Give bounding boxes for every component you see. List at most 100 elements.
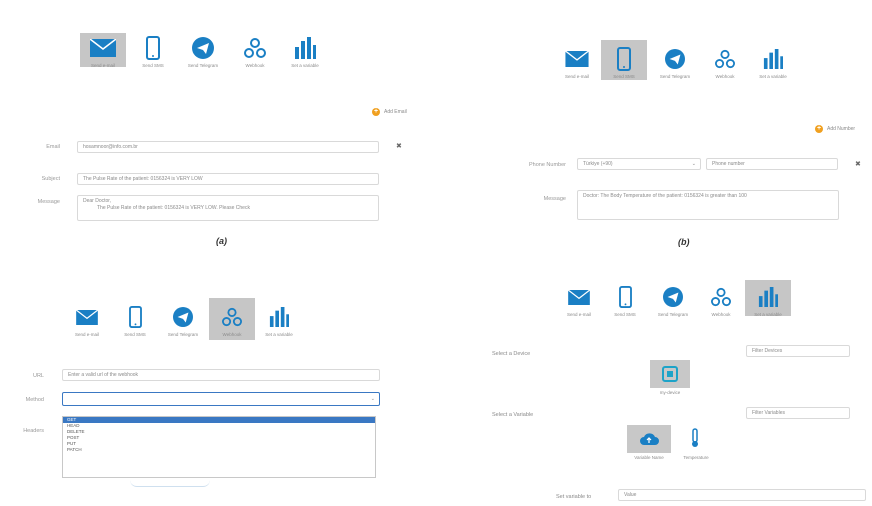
delete-icon[interactable]: ✖ (396, 142, 402, 150)
tab-label: Webhook (222, 332, 242, 337)
dropdown-option[interactable]: PATCH (63, 447, 375, 453)
phone-number-label: Phone Number (529, 162, 566, 168)
caption-a: (a) (216, 236, 227, 246)
phone-icon (601, 44, 647, 74)
phone-icon (602, 282, 648, 312)
phone-icon (112, 302, 158, 332)
delete-icon[interactable]: ✖ (855, 160, 861, 168)
cloud-upload-icon (640, 433, 659, 445)
thermometer-icon[interactable] (690, 428, 700, 453)
send-email-tab[interactable]: Send e-mail (554, 44, 600, 79)
plus-icon: + (815, 125, 823, 133)
subject-field[interactable]: The Pulse Rate of the patient: 0156324 i… (77, 173, 379, 185)
scroll-hint (130, 480, 210, 487)
message-textarea[interactable]: Doctor: The Body Temperature of the pati… (577, 190, 839, 220)
message-label: Message (543, 196, 566, 202)
url-label: URL (32, 373, 44, 379)
bar-chart-icon (256, 302, 302, 332)
send-sms-tab[interactable]: Send SMS (601, 40, 647, 80)
webhook-tab[interactable]: Webhook (232, 33, 278, 68)
subject-label: Subject (41, 176, 60, 182)
send-telegram-tab[interactable]: Send Telegram (180, 33, 226, 68)
telegram-icon (180, 33, 226, 63)
method-select[interactable]: ⌄ (62, 392, 380, 406)
send-telegram-tab[interactable]: Send Telegram (160, 302, 206, 337)
plus-icon: + (372, 108, 380, 116)
send-sms-tab[interactable]: Send SMS (602, 282, 648, 317)
device-card[interactable] (650, 360, 690, 388)
chevron-down-icon: ⌄ (691, 161, 696, 167)
message-line: Dear Doctor, (83, 198, 112, 204)
phone-icon (130, 33, 176, 63)
method-dropdown: GET HEAD DELETE POST PUT PATCH (62, 416, 376, 478)
tab-label: Set a variable (265, 332, 293, 337)
telegram-icon (652, 44, 698, 74)
telegram-icon (160, 302, 206, 332)
tab-label: Send Telegram (659, 74, 691, 79)
tab-label: Set a variable (291, 63, 319, 68)
send-email-tab[interactable]: Send e-mail (80, 33, 126, 68)
variable-name: Temperature (683, 455, 709, 460)
tab-label: Set a variable (759, 74, 787, 79)
tab-label: Send SMS (613, 74, 635, 79)
webhook-icon (702, 44, 748, 74)
filter-devices-field[interactable]: Filter Devices (746, 345, 850, 357)
send-sms-tab[interactable]: Send SMS (130, 33, 176, 68)
set-variable-tab[interactable]: Set a variable (750, 44, 796, 79)
envelope-icon (556, 282, 602, 312)
envelope-icon (554, 44, 600, 74)
tab-label: Send SMS (124, 332, 146, 337)
bar-chart-icon (282, 33, 328, 63)
variable-name: Variable Name (634, 455, 664, 460)
country-select[interactable]: Türkiye (+90) ⌄ (577, 158, 701, 170)
chip-icon (662, 366, 678, 382)
url-field[interactable]: Enter a valid url of the webhook (62, 369, 380, 381)
send-telegram-tab[interactable]: Send Telegram (652, 44, 698, 79)
tab-label: Webhook (715, 74, 735, 79)
variable-card-selected[interactable] (627, 425, 671, 453)
send-email-tab[interactable]: Send e-mail (556, 282, 602, 317)
webhook-icon (209, 302, 255, 332)
filter-variables-field[interactable]: Filter Variables (746, 407, 850, 419)
method-label: Method (25, 397, 44, 403)
tab-label: Send SMS (614, 312, 636, 317)
bar-chart-icon (750, 44, 796, 74)
send-sms-tab[interactable]: Send SMS (112, 302, 158, 337)
tab-label: Send Telegram (167, 332, 199, 337)
variable-value-field[interactable]: Value (618, 489, 866, 501)
device-name: my-device (659, 390, 681, 395)
tab-label: Send e-mail (564, 74, 589, 79)
message-textarea[interactable]: Dear Doctor, The Pulse Rate of the patie… (77, 195, 379, 221)
telegram-icon (650, 282, 696, 312)
email-label: Email (46, 144, 60, 150)
send-email-tab[interactable]: Send e-mail (64, 302, 110, 337)
email-field[interactable]: hosamnoor@info.com.br (77, 141, 379, 153)
headers-label: Headers (23, 428, 44, 434)
tab-label: Set a variable (754, 312, 782, 317)
select-device-label: Select a Device (492, 351, 531, 357)
set-variable-tab[interactable]: Set a variable (745, 280, 791, 317)
webhook-tab[interactable]: Webhook (209, 298, 255, 340)
tab-label: Send e-mail (566, 312, 591, 317)
webhook-icon (232, 33, 278, 63)
tab-label: Send SMS (142, 63, 164, 68)
select-variable-label: Select a Variable (492, 412, 534, 418)
add-number-link[interactable]: + Add Number (815, 125, 855, 133)
add-email-link[interactable]: + Add Email (372, 108, 407, 116)
webhook-tab[interactable]: Webhook (702, 44, 748, 79)
envelope-icon (64, 302, 110, 332)
send-telegram-tab[interactable]: Send Telegram (650, 282, 696, 317)
chevron-down-icon: ⌄ (370, 396, 375, 402)
tab-label: Send e-mail (74, 332, 99, 337)
webhook-tab[interactable]: Webhook (698, 282, 744, 317)
set-variable-tab[interactable]: Set a variable (282, 33, 328, 68)
caption-b: (b) (678, 237, 690, 247)
set-variable-tab[interactable]: Set a variable (256, 302, 302, 337)
tab-label: Send e-mail (90, 63, 115, 68)
tab-label: Send Telegram (187, 63, 219, 68)
tab-label: Webhook (711, 312, 731, 317)
message-line: The Pulse Rate of the patient: 0156324 i… (97, 205, 250, 211)
bar-chart-icon (745, 282, 791, 312)
webhook-icon (698, 282, 744, 312)
phone-number-field[interactable]: Phone number (706, 158, 838, 170)
